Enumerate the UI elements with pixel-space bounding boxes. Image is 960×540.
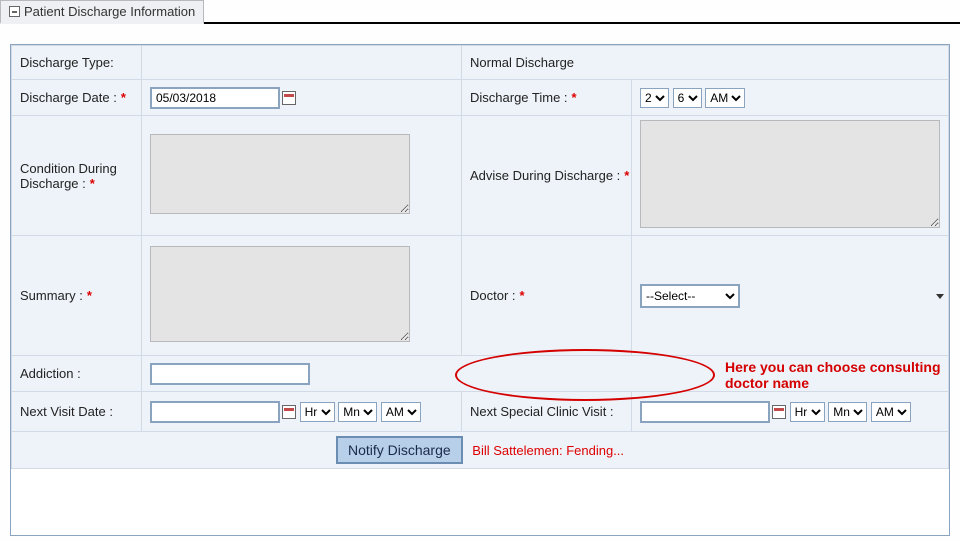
label-discharge-type: Discharge Type: [12,46,142,80]
summary-textarea[interactable] [150,246,410,342]
calendar-icon[interactable] [282,405,296,419]
tab-patient-discharge-info[interactable]: Patient Discharge Information [0,0,204,24]
bill-settlement-status: Bill Sattelemen: Fending... [472,443,624,458]
calendar-icon[interactable] [282,91,296,105]
label-discharge-date: Discharge Date :* [12,80,142,116]
advise-textarea[interactable] [640,120,940,228]
discharge-time-min[interactable]: 6 [673,88,702,108]
condition-textarea[interactable] [150,134,410,214]
calendar-icon[interactable] [772,405,786,419]
label-summary: Summary :* [12,236,142,356]
discharge-form-panel: Discharge Type: Normal Discharge Dischar… [10,44,950,536]
next-special-ampm[interactable]: AM [871,402,911,422]
next-special-mn[interactable]: Mn [828,402,867,422]
chevron-down-icon [936,294,944,299]
label-discharge-time: Discharge Time :* [462,80,632,116]
next-visit-hr[interactable]: Hr [300,402,335,422]
notify-discharge-button[interactable]: Notify Discharge [336,436,463,464]
value-discharge-type: Normal Discharge [462,46,949,80]
discharge-time-ampm[interactable]: AM [705,88,745,108]
next-visit-mn[interactable]: Mn [338,402,377,422]
next-visit-ampm[interactable]: AM [381,402,421,422]
addiction-input[interactable] [150,363,310,385]
discharge-date-input[interactable] [150,87,280,109]
label-addiction: Addiction : [12,356,142,392]
tab-title: Patient Discharge Information [24,4,195,19]
label-doctor: Doctor :* [462,236,632,356]
next-special-hr[interactable]: Hr [790,402,825,422]
doctor-select[interactable]: --Select-- [640,284,740,308]
next-special-date-input[interactable] [640,401,770,423]
label-next-special-clinic: Next Special Clinic Visit : [462,392,632,432]
collapse-icon [9,6,20,17]
label-next-visit-date: Next Visit Date : [12,392,142,432]
label-condition-during-discharge: Condition During Discharge :* [12,116,142,236]
label-advise-during-discharge: Advise During Discharge :* [462,116,632,236]
discharge-time-hour[interactable]: 2 [640,88,669,108]
next-visit-date-input[interactable] [150,401,280,423]
